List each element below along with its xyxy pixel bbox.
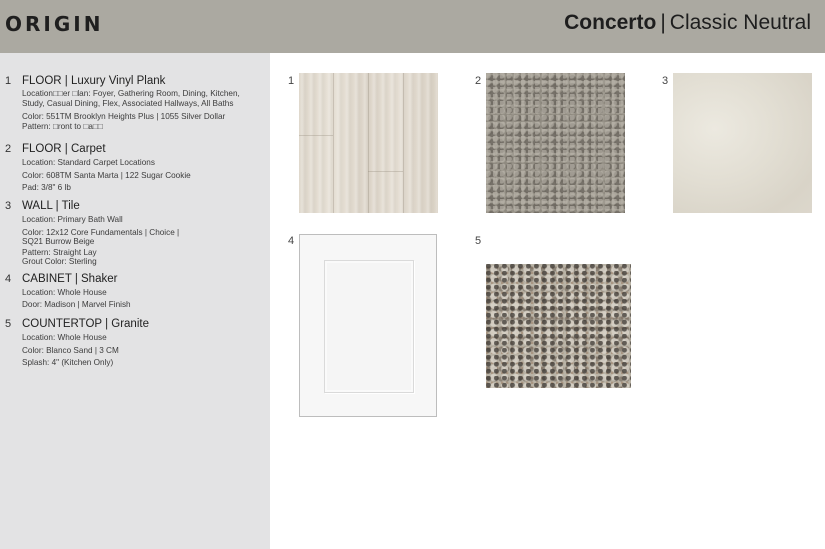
palette-name: Classic Neutral — [669, 11, 811, 34]
selection-detail: SQ21 Burrow Beige — [22, 237, 95, 246]
swatch-number: 1 — [288, 75, 295, 87]
swatch-cabinet-door — [299, 234, 437, 417]
plank-joint — [299, 135, 333, 136]
selection-number: 4 — [5, 273, 12, 285]
selection-number: 5 — [5, 318, 12, 330]
title-separator: | — [660, 11, 666, 34]
swatch-wall-tile — [673, 73, 812, 213]
selection-detail: Pad: 3/8" 6 lb — [22, 183, 71, 192]
selection-detail: Grout Color: Sterling — [22, 257, 97, 266]
selection-number: 3 — [5, 200, 12, 212]
plank-seam — [333, 73, 334, 213]
swatch-number: 4 — [288, 235, 295, 247]
selection-heading: CABINET | Shaker — [22, 273, 118, 285]
selection-detail: Location: Standard Carpet Locations — [22, 158, 155, 167]
selection-detail: Splash: 4" (Kitchen Only) — [22, 358, 114, 367]
plank-joint — [368, 171, 403, 172]
plank-seam — [368, 73, 369, 213]
selection-detail: Color: 551TM Brooklyn Heights Plus | 105… — [22, 112, 226, 121]
selection-detail: Door: Madison | Marvel Finish — [22, 300, 131, 309]
selection-detail: Study, Casual Dining, Flex, Associated H… — [22, 99, 234, 108]
selection-number: 2 — [5, 143, 12, 155]
selection-heading: FLOOR | Luxury Vinyl Plank — [22, 75, 166, 87]
selection-detail: Location: Whole House — [22, 333, 107, 342]
page-title: Concerto | Classic Neutral — [564, 11, 811, 35]
origin-logo: ORIGIN — [5, 12, 104, 36]
shaker-door-panel — [324, 260, 414, 393]
swatch-granite — [486, 264, 631, 388]
selection-detail: Pattern: □ront to □a□□ — [22, 122, 103, 131]
selection-detail: Location: Whole House — [22, 288, 107, 297]
header-bar: ORIGIN Concerto | Classic Neutral — [0, 0, 825, 53]
selection-detail: Location□□er □lan: Foyer, Gathering Room… — [22, 89, 240, 98]
selection-heading: COUNTERTOP | Granite — [22, 318, 149, 330]
selection-heading: FLOOR | Carpet — [22, 143, 106, 155]
selection-detail: Color: Blanco Sand | 3 CM — [22, 346, 119, 355]
plank-seam — [403, 73, 404, 213]
swatch-number: 3 — [662, 75, 669, 87]
swatch-carpet — [486, 73, 625, 213]
swatch-number: 5 — [475, 235, 482, 247]
swatch-number: 2 — [475, 75, 482, 87]
collection-name: Concerto — [564, 11, 657, 34]
swatch-luxury-vinyl-plank — [299, 73, 438, 213]
selection-detail: Color: 608TM Santa Marta | 122 Sugar Coo… — [22, 171, 191, 180]
selection-number: 1 — [5, 75, 12, 87]
selection-heading: WALL | Tile — [22, 200, 80, 212]
selection-detail: Location: Primary Bath Wall — [22, 215, 123, 224]
